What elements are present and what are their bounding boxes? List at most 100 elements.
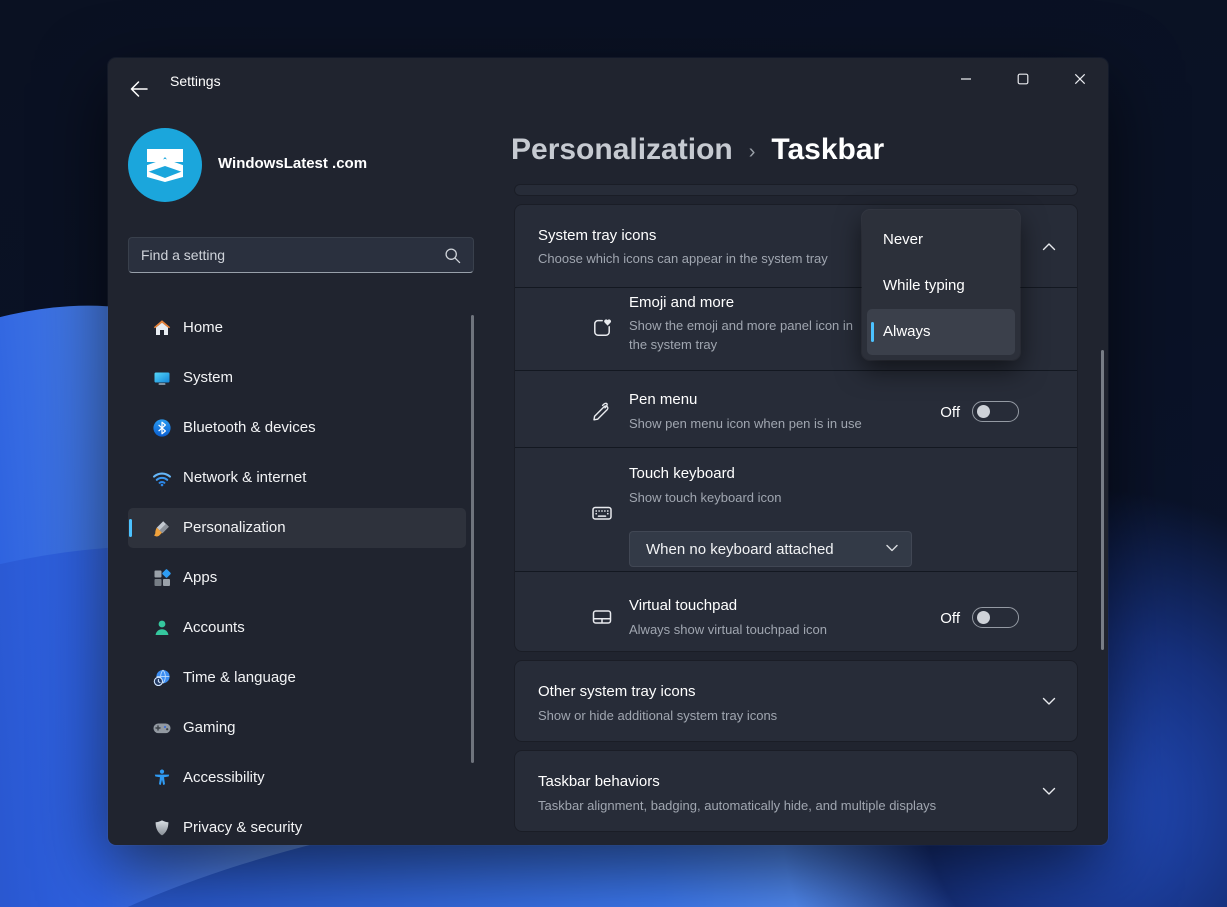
emoji-and-more-icon bbox=[589, 315, 615, 341]
setting-subtitle: Show pen menu icon when pen is in use bbox=[629, 414, 862, 433]
sidebar-item-privacy-security[interactable]: Privacy & security bbox=[128, 808, 466, 845]
setting-subtitle: Always show virtual touchpad icon bbox=[629, 620, 827, 639]
expand-button[interactable] bbox=[1037, 779, 1061, 803]
system-tray-visibility-flyout: Never While typing Always bbox=[862, 210, 1020, 360]
breadcrumb: Personalization › Taskbar bbox=[511, 133, 884, 167]
page-title: Taskbar bbox=[771, 133, 884, 167]
chevron-down-icon bbox=[1042, 787, 1056, 796]
network-icon bbox=[152, 468, 172, 488]
setting-title: Other system tray icons bbox=[538, 683, 696, 700]
setting-subtitle: Show the emoji and more panel icon in th… bbox=[629, 316, 864, 354]
setting-title: Taskbar behaviors bbox=[538, 773, 660, 790]
search-box bbox=[128, 237, 474, 273]
sidebar-item-network-internet[interactable]: Network & internet bbox=[128, 458, 466, 498]
bluetooth-icon bbox=[152, 418, 172, 438]
flyout-option-label: Never bbox=[883, 217, 923, 263]
apps-icon bbox=[152, 568, 172, 588]
toggle-knob bbox=[977, 405, 990, 418]
setting-subtitle: Choose which icons can appear in the sys… bbox=[538, 251, 828, 266]
sidebar-item-apps[interactable]: Apps bbox=[128, 558, 466, 598]
touch-keyboard-icon bbox=[589, 500, 615, 526]
sidebar-item-label: Time & language bbox=[183, 658, 296, 698]
titlebar: Settings bbox=[108, 58, 1108, 105]
windowslatest-logo-icon bbox=[145, 147, 185, 183]
sidebar-item-label: Gaming bbox=[183, 708, 236, 748]
chevron-up-icon bbox=[1042, 242, 1056, 251]
window-controls bbox=[937, 58, 1108, 100]
sidebar-item-label: Personalization bbox=[183, 508, 286, 548]
home-icon bbox=[152, 318, 172, 338]
sidebar-item-label: Bluetooth & devices bbox=[183, 408, 316, 448]
sidebar-item-label: Accounts bbox=[183, 608, 245, 648]
sidebar-item-label: Apps bbox=[183, 558, 217, 598]
settings-window: Settings Win bbox=[108, 58, 1108, 845]
setting-subtitle: Show or hide additional system tray icon… bbox=[538, 708, 777, 723]
sidebar-item-gaming[interactable]: Gaming bbox=[128, 708, 466, 748]
chevron-down-icon bbox=[1042, 697, 1056, 706]
setting-title: Touch keyboard bbox=[629, 465, 735, 482]
toggle-state-label: Off bbox=[910, 404, 960, 421]
sidebar-item-label: Accessibility bbox=[183, 758, 265, 798]
personalization-icon bbox=[152, 518, 172, 538]
gaming-icon bbox=[152, 718, 172, 738]
toggle-state-label: Off bbox=[910, 610, 960, 627]
sidebar-item-home[interactable]: Home bbox=[128, 308, 466, 348]
content-scrollbar[interactable] bbox=[1101, 350, 1104, 650]
sidebar-item-label: Network & internet bbox=[183, 458, 306, 498]
pen-menu-toggle[interactable] bbox=[972, 401, 1019, 422]
sidebar-item-label: System bbox=[183, 358, 233, 398]
time-language-icon bbox=[152, 668, 172, 688]
selection-pill bbox=[871, 322, 874, 342]
breadcrumb-parent[interactable]: Personalization bbox=[511, 133, 733, 167]
sidebar-item-time-language[interactable]: Time & language bbox=[128, 658, 466, 698]
desktop: Settings Win bbox=[0, 0, 1227, 907]
back-arrow-icon bbox=[130, 81, 148, 97]
search-input[interactable] bbox=[141, 238, 431, 272]
sidebar-item-personalization[interactable]: Personalization bbox=[128, 508, 466, 548]
sidebar-scrollbar[interactable] bbox=[471, 315, 474, 763]
accounts-icon bbox=[152, 618, 172, 638]
account-name: WindowsLatest .com bbox=[218, 155, 367, 172]
flyout-option-label: While typing bbox=[883, 263, 965, 309]
sidebar-nav: Home System bbox=[128, 308, 466, 845]
selection-pill bbox=[129, 519, 132, 537]
setting-subtitle: Taskbar alignment, badging, automaticall… bbox=[538, 798, 936, 813]
maximize-button[interactable] bbox=[994, 58, 1051, 100]
flyout-option-label: Always bbox=[883, 309, 931, 355]
close-button[interactable] bbox=[1051, 58, 1108, 100]
touch-keyboard-dropdown[interactable]: When no keyboard attached bbox=[629, 531, 912, 567]
setting-title: Virtual touchpad bbox=[629, 597, 737, 614]
expand-button[interactable] bbox=[1037, 689, 1061, 713]
accessibility-icon bbox=[152, 768, 172, 788]
other-system-tray-icons-card[interactable]: Other system tray icons Show or hide add… bbox=[515, 661, 1077, 741]
sidebar-item-label: Privacy & security bbox=[183, 808, 302, 845]
sidebar-item-accounts[interactable]: Accounts bbox=[128, 608, 466, 648]
minimize-button[interactable] bbox=[937, 58, 994, 100]
setting-title: System tray icons bbox=[538, 227, 656, 244]
sidebar-item-accessibility[interactable]: Accessibility bbox=[128, 758, 466, 798]
setting-title: Emoji and more bbox=[629, 294, 734, 311]
flyout-option-never[interactable]: Never bbox=[867, 217, 1015, 263]
minimize-icon bbox=[960, 73, 972, 85]
avatar bbox=[128, 128, 202, 202]
virtual-touchpad-toggle[interactable] bbox=[972, 607, 1019, 628]
privacy-security-icon bbox=[152, 818, 172, 838]
maximize-icon bbox=[1017, 73, 1029, 85]
sidebar-item-system[interactable]: System bbox=[128, 358, 466, 398]
breadcrumb-separator-icon: › bbox=[749, 137, 756, 164]
back-button[interactable] bbox=[124, 74, 154, 104]
chevron-down-icon bbox=[886, 544, 898, 552]
card-partial bbox=[515, 185, 1077, 195]
collapse-expander-button[interactable] bbox=[1037, 234, 1061, 258]
setting-title: Pen menu bbox=[629, 391, 697, 408]
close-icon bbox=[1074, 73, 1086, 85]
sidebar-item-label: Home bbox=[183, 308, 223, 348]
flyout-option-while-typing[interactable]: While typing bbox=[867, 263, 1015, 309]
virtual-touchpad-icon bbox=[589, 604, 615, 630]
setting-subtitle: Show touch keyboard icon bbox=[629, 488, 781, 507]
flyout-option-always[interactable]: Always bbox=[867, 309, 1015, 355]
sidebar-item-bluetooth-devices[interactable]: Bluetooth & devices bbox=[128, 408, 466, 448]
taskbar-behaviors-card[interactable]: Taskbar behaviors Taskbar alignment, bad… bbox=[515, 751, 1077, 831]
app-title: Settings bbox=[170, 58, 221, 105]
toggle-knob bbox=[977, 611, 990, 624]
